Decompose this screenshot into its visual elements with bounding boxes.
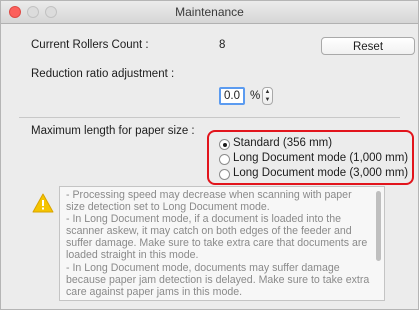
radio-button[interactable] <box>219 154 230 165</box>
stepper-up-icon[interactable]: ▲ <box>263 88 272 96</box>
radio-button[interactable] <box>219 169 230 180</box>
title-bar: Maintenance <box>1 1 418 24</box>
maintenance-window: Maintenance Current Rollers Count : 8 Re… <box>0 0 419 310</box>
note-scrollbar[interactable] <box>376 191 381 261</box>
rollers-count-value: 8 <box>219 39 226 51</box>
radio-button-selected[interactable] <box>219 139 230 150</box>
reduction-ratio-label: Reduction ratio adjustment : <box>31 68 175 80</box>
radio-long-1000-label: Long Document mode (1,000 mm) <box>233 152 409 164</box>
paper-size-label: Maximum length for paper size : <box>31 125 195 137</box>
radio-long-3000-label: Long Document mode (3,000 mm) <box>233 167 409 179</box>
reset-button[interactable]: Reset <box>321 37 415 55</box>
section-divider <box>19 117 400 118</box>
warning-icon <box>32 193 54 213</box>
reduction-ratio-input[interactable]: 0.0 <box>219 87 245 105</box>
percent-unit-label: % <box>250 90 261 102</box>
window-title: Maintenance <box>175 5 244 19</box>
stepper-down-icon[interactable]: ▼ <box>263 96 272 104</box>
rollers-count-label: Current Rollers Count : <box>31 39 149 51</box>
reduction-ratio-stepper[interactable]: ▲ ▼ <box>262 87 273 105</box>
radio-standard-label: Standard (356 mm) <box>233 137 333 149</box>
note-text: - Processing speed may decrease when sca… <box>66 189 370 298</box>
note-text-area[interactable]: - Processing speed may decrease when sca… <box>59 186 385 301</box>
